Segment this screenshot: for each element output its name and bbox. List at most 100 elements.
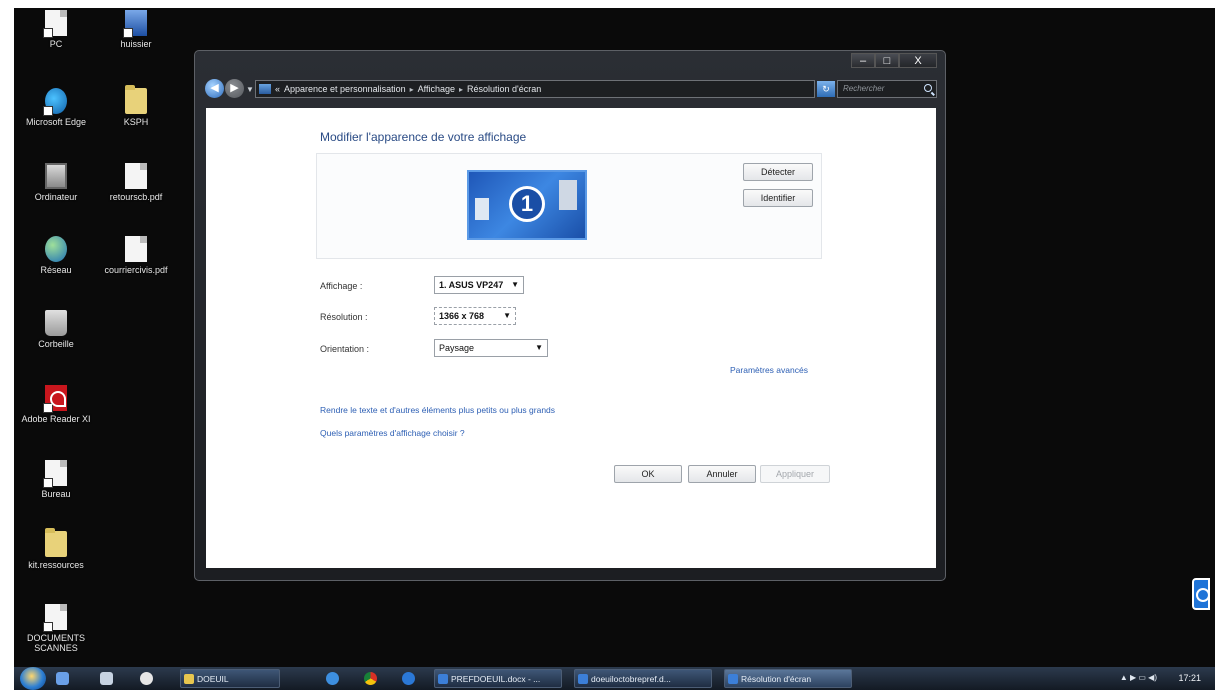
computer-icon bbox=[45, 163, 67, 189]
bureau-icon bbox=[43, 460, 67, 488]
display-value: 1. ASUS VP247 bbox=[439, 280, 504, 290]
settings-content: Modifier l'apparence de votre affichage … bbox=[206, 108, 936, 568]
resolution-select[interactable]: 1366 x 768 ▼ bbox=[434, 307, 516, 325]
taskbar-item-word-1[interactable]: PREFDOEUIL.docx - ... bbox=[434, 669, 562, 688]
recent-pages-dropdown[interactable]: ▼ bbox=[246, 85, 254, 94]
desktop-icon-kit-ressources[interactable]: kit.ressources bbox=[14, 528, 98, 570]
clock[interactable]: 17:21 bbox=[1178, 673, 1201, 683]
taskbar-item-label: DOEUIL bbox=[197, 674, 229, 684]
desktop-icon-edge[interactable]: Microsoft Edge bbox=[14, 88, 98, 127]
desktop-icon-label: Corbeille bbox=[38, 339, 74, 349]
forward-button[interactable]: ▶ bbox=[225, 79, 244, 98]
ok-button[interactable]: OK bbox=[614, 465, 682, 483]
desktop-icon-label: Réseau bbox=[40, 265, 72, 275]
screen-resolution-window: – □ X ◀ ▶ ▼ « Apparence et personnalisat… bbox=[194, 50, 946, 581]
display-label: Affichage : bbox=[320, 281, 363, 291]
taskbar-item-word-2[interactable]: doeuiloctobrepref.d... bbox=[574, 669, 712, 688]
pdf-file-icon bbox=[125, 236, 147, 262]
refresh-button[interactable]: ↻ bbox=[817, 81, 835, 97]
control-panel-icon bbox=[259, 84, 271, 94]
chevron-down-icon: ▼ bbox=[535, 343, 543, 352]
monitor-preview-panel: 1 Détecter Identifier bbox=[316, 153, 822, 259]
address-overflow[interactable]: « bbox=[275, 84, 280, 94]
desktop-icon-label: KSPH bbox=[123, 117, 149, 127]
which-settings-link[interactable]: Quels paramètres d'affichage choisir ? bbox=[320, 428, 465, 438]
monitor-number: 1 bbox=[509, 186, 545, 222]
taskbar-item-label: doeuiloctobrepref.d... bbox=[591, 674, 671, 684]
address-bar[interactable]: « Apparence et personnalisation ▸ Affich… bbox=[255, 80, 858, 98]
media-icon[interactable] bbox=[140, 672, 153, 685]
chrome-icon[interactable] bbox=[364, 672, 377, 685]
adobe-reader-icon bbox=[43, 385, 67, 413]
explorer-icon[interactable] bbox=[100, 672, 113, 685]
chevron-down-icon: ▼ bbox=[503, 311, 511, 320]
desktop-icon-label: DOCUMENTS SCANNES bbox=[27, 633, 85, 653]
folder-icon bbox=[45, 528, 67, 557]
back-button[interactable]: ◀ bbox=[205, 79, 224, 98]
desktop-icon-label: huissier bbox=[120, 39, 152, 49]
edge-icon bbox=[43, 88, 67, 116]
minimize-button[interactable]: – bbox=[851, 53, 875, 68]
monitor-icon[interactable]: 1 bbox=[467, 170, 587, 240]
pdf-file-icon bbox=[125, 163, 147, 189]
text-size-link[interactable]: Rendre le texte et d'autres éléments plu… bbox=[320, 405, 555, 415]
desktop-icon-retourscb[interactable]: retourscb.pdf bbox=[94, 163, 178, 202]
taskbar: DOEUIL PREFDOEUIL.docx - ... doeuiloctob… bbox=[14, 667, 1215, 690]
maximize-button[interactable]: □ bbox=[875, 53, 899, 68]
search-placeholder: Rechercher bbox=[843, 84, 885, 93]
search-icon[interactable] bbox=[924, 84, 932, 92]
network-icon bbox=[45, 236, 67, 262]
huissier-icon bbox=[123, 10, 147, 38]
navigation-bar: ◀ ▶ ▼ « Apparence et personnalisation ▸ … bbox=[201, 79, 939, 101]
desktop-icon-label: courriercivis.pdf bbox=[104, 265, 168, 275]
advanced-settings-link[interactable]: Paramètres avancés bbox=[730, 365, 808, 375]
desktop-icon-bureau[interactable]: Bureau bbox=[14, 460, 98, 499]
ie-icon[interactable] bbox=[326, 672, 339, 685]
taskbar-item-doeuil[interactable]: DOEUIL bbox=[180, 669, 280, 688]
display-select[interactable]: 1. ASUS VP247 ▼ bbox=[434, 276, 524, 294]
cancel-button[interactable]: Annuler bbox=[688, 465, 756, 483]
desktop-icon-label: kit.ressources bbox=[28, 560, 84, 570]
desktop-icon-adobe[interactable]: Adobe Reader XI bbox=[14, 385, 98, 424]
desktop-icon-label: Adobe Reader XI bbox=[21, 414, 91, 424]
page-title: Modifier l'apparence de votre affichage bbox=[320, 130, 527, 144]
breadcrumb-separator[interactable]: ▸ bbox=[410, 85, 414, 94]
breadcrumb-separator[interactable]: ▸ bbox=[459, 85, 463, 94]
desktop-icon-courriercivis[interactable]: courriercivis.pdf bbox=[94, 236, 178, 275]
close-button[interactable]: X bbox=[899, 53, 937, 68]
resolution-label: Résolution : bbox=[320, 312, 368, 322]
taskbar-item-screen-resolution[interactable]: Résolution d'écran bbox=[724, 669, 852, 688]
desktop-icon-corbeille[interactable]: Corbeille bbox=[14, 310, 98, 349]
desktop-icon-reseau[interactable]: Réseau bbox=[14, 236, 98, 275]
desktop-icon-label: PC bbox=[49, 39, 63, 49]
window-thumbnail bbox=[475, 198, 489, 220]
desktop-icon-pc[interactable]: PC bbox=[14, 10, 98, 49]
teamviewer-tab-icon[interactable] bbox=[1192, 578, 1210, 610]
breadcrumb-appearance[interactable]: Apparence et personnalisation bbox=[284, 84, 406, 94]
folder-icon bbox=[125, 85, 147, 114]
orientation-value: Paysage bbox=[439, 343, 475, 353]
start-button[interactable] bbox=[20, 667, 46, 690]
system-tray[interactable]: ▲ ▶ ▭ ◀) bbox=[1120, 673, 1157, 682]
desktop-icon-label: Ordinateur bbox=[34, 192, 78, 202]
desktop-icon-ordinateur[interactable]: Ordinateur bbox=[14, 163, 98, 202]
recycle-bin-icon bbox=[45, 310, 67, 336]
breadcrumb-display[interactable]: Affichage bbox=[418, 84, 455, 94]
window-thumbnail bbox=[559, 180, 577, 210]
identify-button[interactable]: Identifier bbox=[743, 189, 813, 207]
orientation-label: Orientation : bbox=[320, 344, 370, 354]
browser-icon[interactable] bbox=[402, 672, 415, 685]
desktop-icon-label: Bureau bbox=[41, 489, 71, 499]
desktop-icon-huissier[interactable]: huissier bbox=[94, 10, 178, 49]
orientation-select[interactable]: Paysage ▼ bbox=[434, 339, 548, 357]
scanned-documents-icon bbox=[43, 604, 67, 632]
chevron-down-icon: ▼ bbox=[511, 280, 519, 289]
search-input[interactable]: Rechercher bbox=[837, 80, 937, 98]
show-desktop-icon[interactable] bbox=[56, 672, 69, 685]
desktop-icon-documents-scannes[interactable]: DOCUMENTS SCANNES bbox=[14, 604, 98, 653]
desktop-icon-ksph[interactable]: KSPH bbox=[94, 85, 178, 127]
breadcrumb-screen-resolution[interactable]: Résolution d'écran bbox=[467, 84, 541, 94]
detect-button[interactable]: Détecter bbox=[743, 163, 813, 181]
resolution-value: 1366 x 768 bbox=[439, 311, 485, 321]
pc-icon bbox=[43, 10, 67, 38]
